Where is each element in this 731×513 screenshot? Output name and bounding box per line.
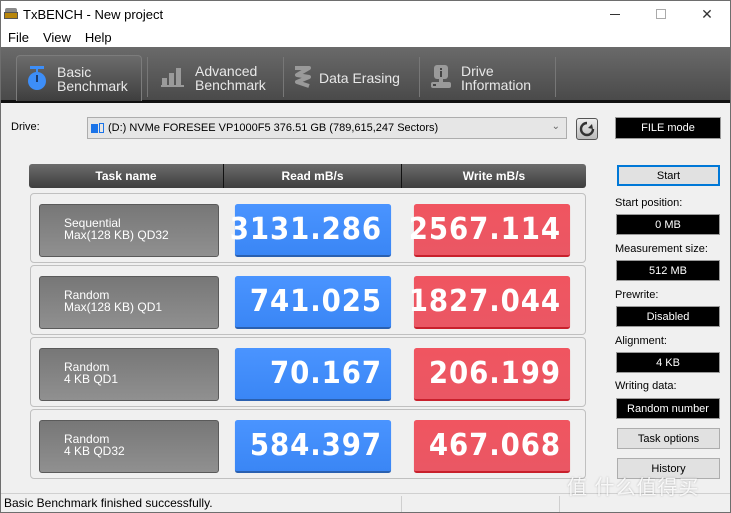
watermark: 值 什么值得买 bbox=[567, 477, 700, 499]
measurement-size-field[interactable]: 512 MB bbox=[616, 260, 720, 281]
drive-row: Drive: (D:) NVMe FORESEE VP1000F5 376.51… bbox=[1, 113, 730, 143]
writing-data-label: Writing data: bbox=[615, 380, 677, 392]
measurement-size-label: Measurement size: bbox=[615, 243, 708, 255]
alignment-label: Alignment: bbox=[615, 335, 667, 347]
refresh-drives-button[interactable] bbox=[576, 118, 598, 140]
menu-file[interactable]: File bbox=[1, 30, 36, 45]
write-speed-value: 467.068 bbox=[413, 420, 571, 473]
task-name-line2: Max(128 KB) QD32 bbox=[64, 228, 169, 242]
minimize-icon bbox=[610, 13, 620, 15]
app-logo-icon bbox=[4, 8, 18, 20]
main-tab-bar: Basic Benchmark Advanced Benchmark Data … bbox=[1, 47, 730, 103]
write-speed-value: 2567.114 bbox=[409, 204, 571, 257]
task-button-sequential-qd32[interactable]: Sequential Max(128 KB) QD32 bbox=[39, 204, 219, 257]
menu-help[interactable]: Help bbox=[78, 30, 119, 45]
prewrite-field[interactable]: Disabled bbox=[616, 306, 720, 327]
read-speed-value: 584.397 bbox=[234, 420, 392, 473]
task-name-line2: 4 KB QD32 bbox=[64, 444, 125, 458]
menu-view[interactable]: View bbox=[36, 30, 78, 45]
task-name-line2: Max(128 KB) QD1 bbox=[64, 300, 163, 314]
start-button[interactable]: Start bbox=[617, 165, 720, 186]
header-write: Write mB/s bbox=[401, 164, 586, 188]
maximize-icon bbox=[656, 9, 666, 19]
status-divider bbox=[401, 496, 402, 512]
results-table-header: Task name Read mB/s Write mB/s bbox=[29, 164, 586, 188]
eraser-zigzag-icon bbox=[293, 65, 311, 91]
tab-advanced-benchmark[interactable]: Advanced Benchmark bbox=[151, 55, 281, 101]
mode-indicator: FILE mode bbox=[615, 117, 721, 139]
chevron-down-icon: ⌄ bbox=[551, 121, 560, 132]
menu-bar: File View Help bbox=[1, 27, 730, 47]
status-message: Basic Benchmark finished successfully. bbox=[4, 496, 213, 510]
tab-divider bbox=[555, 57, 556, 97]
task-button-random-4k-qd32[interactable]: Random 4 KB QD32 bbox=[39, 420, 219, 473]
drive-icon bbox=[91, 122, 105, 134]
tab-label-line1: Drive bbox=[461, 63, 494, 79]
result-row: Random 4 KB QD32 584.397 467.068 bbox=[30, 409, 586, 479]
close-button[interactable]: ✕ bbox=[684, 1, 730, 27]
app-window: TxBENCH - New project ✕ File View Help B… bbox=[0, 0, 731, 513]
tab-label-line1: Data Erasing bbox=[319, 70, 400, 86]
read-speed-value: 70.167 bbox=[234, 348, 392, 401]
writing-data-field[interactable]: Random number bbox=[616, 398, 720, 419]
header-read: Read mB/s bbox=[223, 164, 401, 188]
refresh-icon bbox=[579, 121, 595, 137]
prewrite-label: Prewrite: bbox=[615, 289, 659, 301]
read-speed-value: 3131.286 bbox=[230, 204, 392, 257]
tab-divider bbox=[419, 57, 420, 97]
maximize-button[interactable] bbox=[638, 1, 684, 27]
drive-label: Drive: bbox=[11, 121, 40, 133]
alignment-field[interactable]: 4 KB bbox=[616, 352, 720, 373]
tab-drive-information[interactable]: Drive Information bbox=[423, 55, 553, 101]
minimize-button[interactable] bbox=[592, 1, 638, 27]
stopwatch-icon bbox=[27, 65, 47, 93]
status-divider bbox=[559, 496, 560, 512]
window-title: TxBENCH - New project bbox=[23, 6, 164, 22]
result-row: Random Max(128 KB) QD1 741.025 1827.044 bbox=[30, 265, 586, 335]
tab-label-line2: Benchmark bbox=[195, 77, 266, 93]
title-bar: TxBENCH - New project ✕ bbox=[1, 1, 730, 27]
tab-data-erasing[interactable]: Data Erasing bbox=[287, 55, 417, 101]
tab-divider bbox=[147, 57, 148, 97]
drive-info-icon bbox=[431, 64, 451, 92]
task-button-random-4k-qd1[interactable]: Random 4 KB QD1 bbox=[39, 348, 219, 401]
task-options-button[interactable]: Task options bbox=[617, 428, 720, 449]
close-icon: ✕ bbox=[701, 5, 713, 22]
tab-label-line2: Information bbox=[461, 77, 532, 93]
task-button-random-128k-qd1[interactable]: Random Max(128 KB) QD1 bbox=[39, 276, 219, 329]
bar-chart-icon bbox=[161, 67, 185, 89]
tab-label-line1: Advanced bbox=[195, 63, 258, 79]
task-name-line2: 4 KB QD1 bbox=[64, 372, 119, 386]
header-task-name: Task name bbox=[95, 169, 157, 183]
write-speed-value: 1827.044 bbox=[409, 276, 571, 329]
tab-label-line1: Basic bbox=[57, 63, 92, 80]
tab-basic-benchmark[interactable]: Basic Benchmark bbox=[16, 55, 142, 101]
drive-select[interactable]: (D:) NVMe FORESEE VP1000F5 376.51 GB (78… bbox=[87, 117, 567, 139]
read-speed-value: 741.025 bbox=[234, 276, 392, 329]
drive-selected-value: (D:) NVMe FORESEE VP1000F5 376.51 GB (78… bbox=[108, 122, 439, 134]
write-speed-value: 206.199 bbox=[413, 348, 571, 401]
tab-divider bbox=[283, 57, 284, 97]
result-row: Sequential Max(128 KB) QD32 3131.286 256… bbox=[30, 193, 586, 263]
tab-label-line2: Benchmark bbox=[57, 77, 128, 94]
result-row: Random 4 KB QD1 70.167 206.199 bbox=[30, 337, 586, 407]
start-position-field[interactable]: 0 MB bbox=[616, 214, 720, 235]
start-position-label: Start position: bbox=[615, 197, 683, 209]
